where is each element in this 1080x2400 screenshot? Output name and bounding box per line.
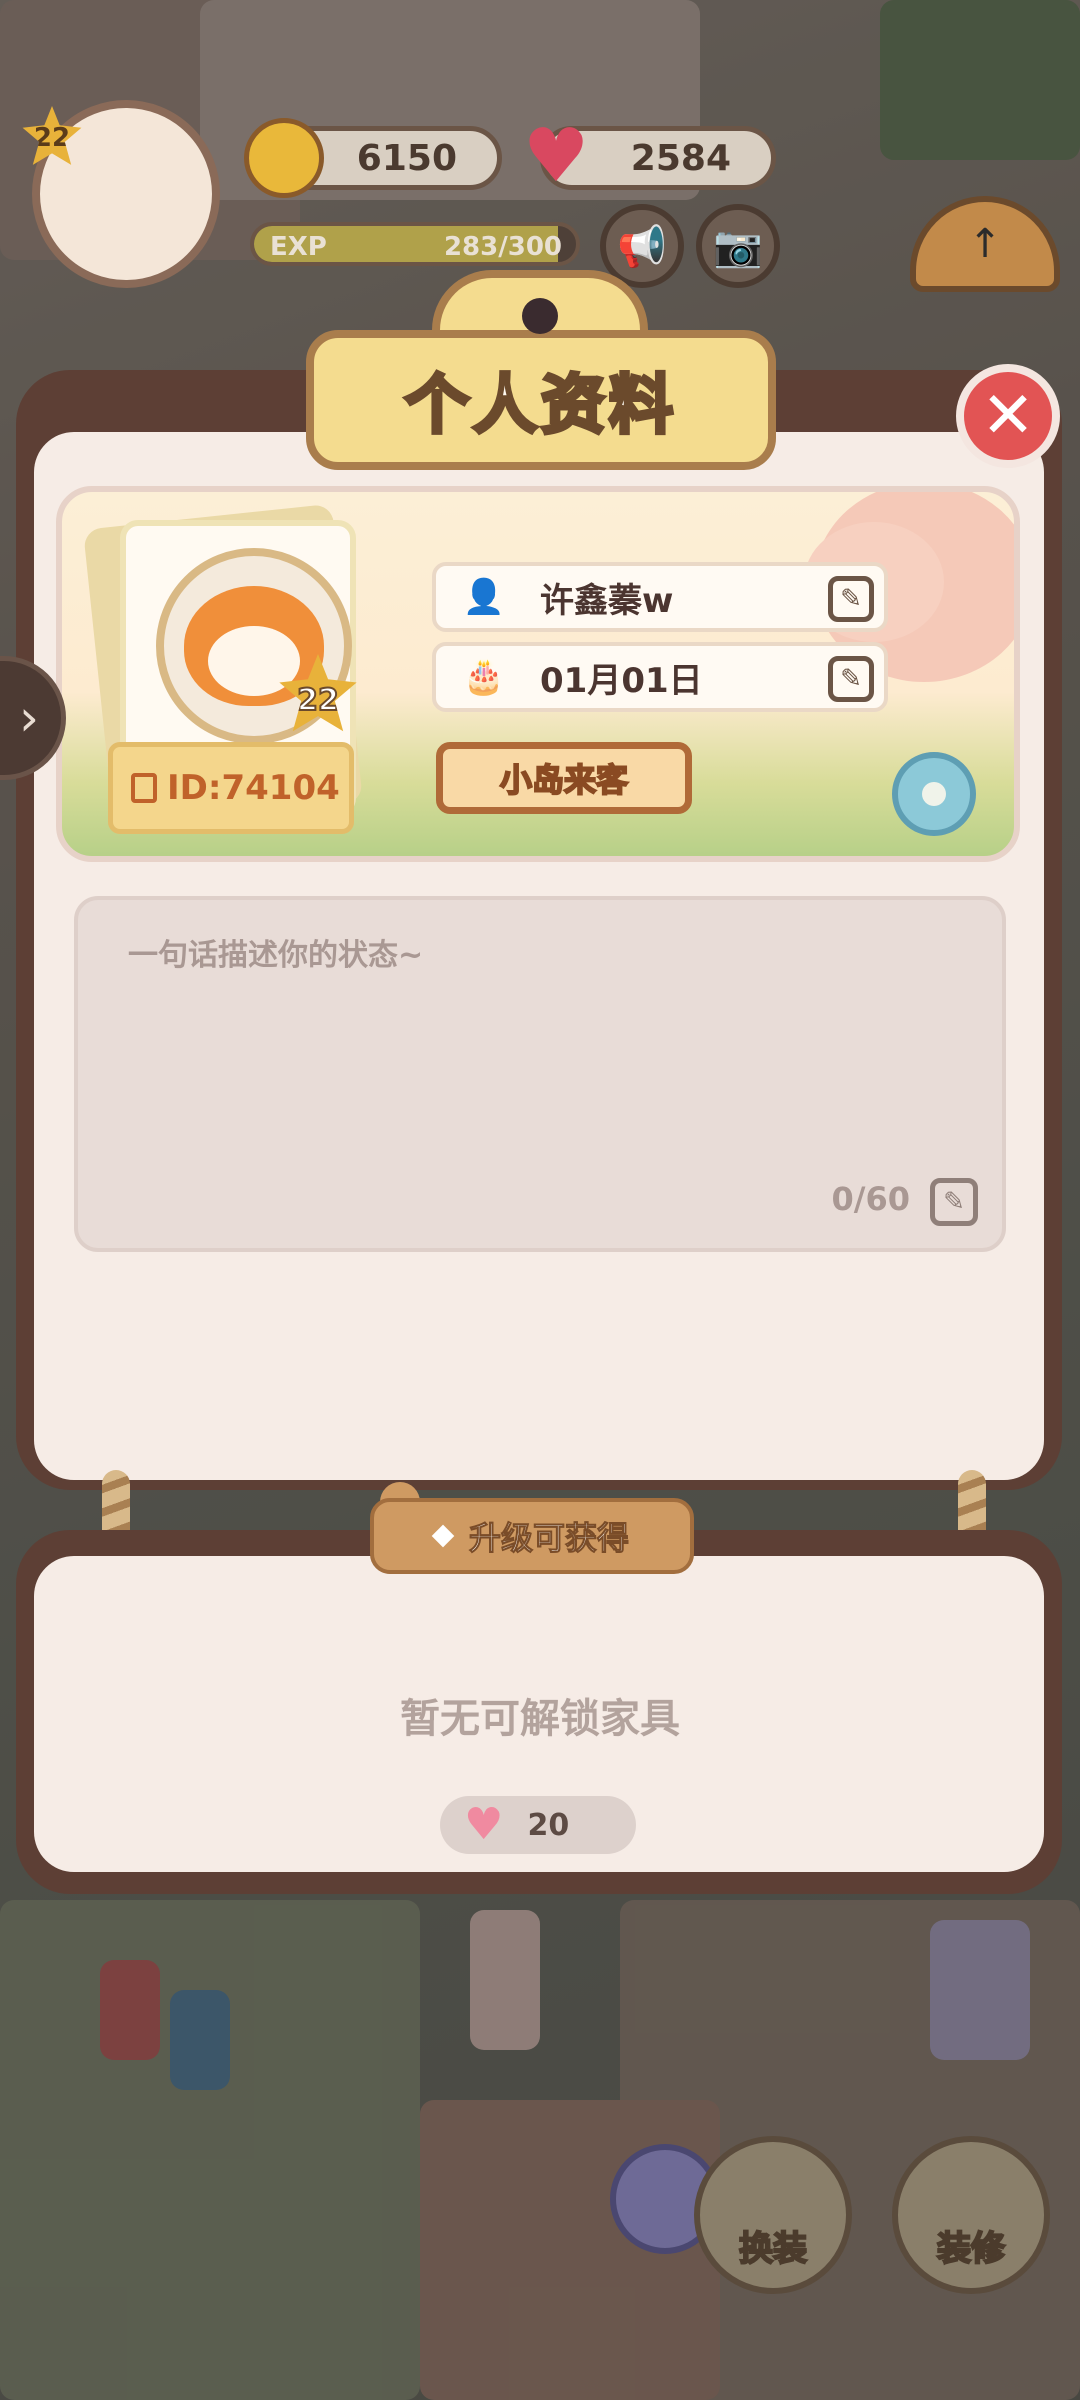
donut-gear-icon[interactable] bbox=[892, 752, 976, 836]
profile-card: 22 ID:74104 👤 许鑫蓁w ✎ 🎂 01月01日 ✎ 小岛来客 bbox=[56, 486, 1020, 862]
diamond-icon bbox=[431, 1524, 455, 1548]
decorate-button[interactable]: 装修 bbox=[892, 2136, 1050, 2294]
reward-tab: 升级可获得 bbox=[370, 1498, 694, 1574]
player-title: 小岛来客 bbox=[499, 760, 629, 800]
exp-bar: EXP 283/300 bbox=[250, 222, 580, 266]
chevron-right-icon: › bbox=[19, 689, 39, 747]
coin-icon bbox=[244, 118, 324, 198]
player-id: ID:74104 bbox=[167, 768, 340, 808]
edit-birthday-icon[interactable]: ✎ bbox=[828, 656, 874, 702]
birthday-field[interactable]: 🎂 01月01日 ✎ bbox=[432, 642, 888, 712]
copy-icon bbox=[131, 773, 157, 803]
panel-title: 个人资料 bbox=[403, 367, 677, 445]
dress-up-label: 换装 bbox=[738, 2228, 808, 2270]
player-title-badge[interactable]: 小岛来客 bbox=[436, 742, 692, 814]
person-icon: 👤 bbox=[462, 577, 506, 617]
no-furniture-text: 暂无可解锁家具 bbox=[400, 1696, 680, 1742]
camera-icon[interactable]: 📷 bbox=[696, 204, 780, 288]
profile-level: 22 bbox=[296, 682, 340, 719]
status-input[interactable]: 一句话描述你的状态~ 0/60 ✎ bbox=[74, 896, 1006, 1252]
heart-icon: ♥ bbox=[522, 113, 590, 199]
title-plate-hole bbox=[522, 298, 558, 334]
dress-up-button[interactable]: 换装 bbox=[694, 2136, 852, 2294]
player-birthday: 01月01日 bbox=[540, 660, 703, 701]
close-button[interactable]: ✕ bbox=[956, 364, 1060, 468]
player-id-tag[interactable]: ID:74104 bbox=[108, 742, 354, 834]
status-placeholder: 一句话描述你的状态~ bbox=[128, 938, 424, 973]
exp-value: 283/300 bbox=[443, 232, 562, 262]
close-icon: ✕ bbox=[981, 379, 1035, 453]
reward-heart-count: 20 bbox=[527, 1807, 570, 1843]
exp-label: EXP bbox=[270, 232, 327, 262]
status-char-count: 0/60 bbox=[831, 1180, 910, 1218]
reward-heart-pill: ♥ 20 bbox=[440, 1796, 636, 1854]
name-field[interactable]: 👤 许鑫蓁w ✎ bbox=[432, 562, 888, 632]
edit-status-icon[interactable]: ✎ bbox=[930, 1178, 978, 1226]
heart-count: 2584 bbox=[630, 137, 731, 179]
heart-icon: ♥ bbox=[464, 1799, 504, 1850]
decorate-label: 装修 bbox=[936, 2228, 1006, 2270]
reward-tab-label: 升级可获得 bbox=[468, 1519, 629, 1558]
coin-count: 6150 bbox=[356, 137, 457, 179]
player-level: 22 bbox=[33, 123, 71, 153]
panel-title-plate: 个人资料 bbox=[306, 330, 776, 470]
edit-name-icon[interactable]: ✎ bbox=[828, 576, 874, 622]
cake-icon: 🎂 bbox=[462, 657, 506, 697]
player-name: 许鑫蓁w bbox=[540, 580, 674, 621]
